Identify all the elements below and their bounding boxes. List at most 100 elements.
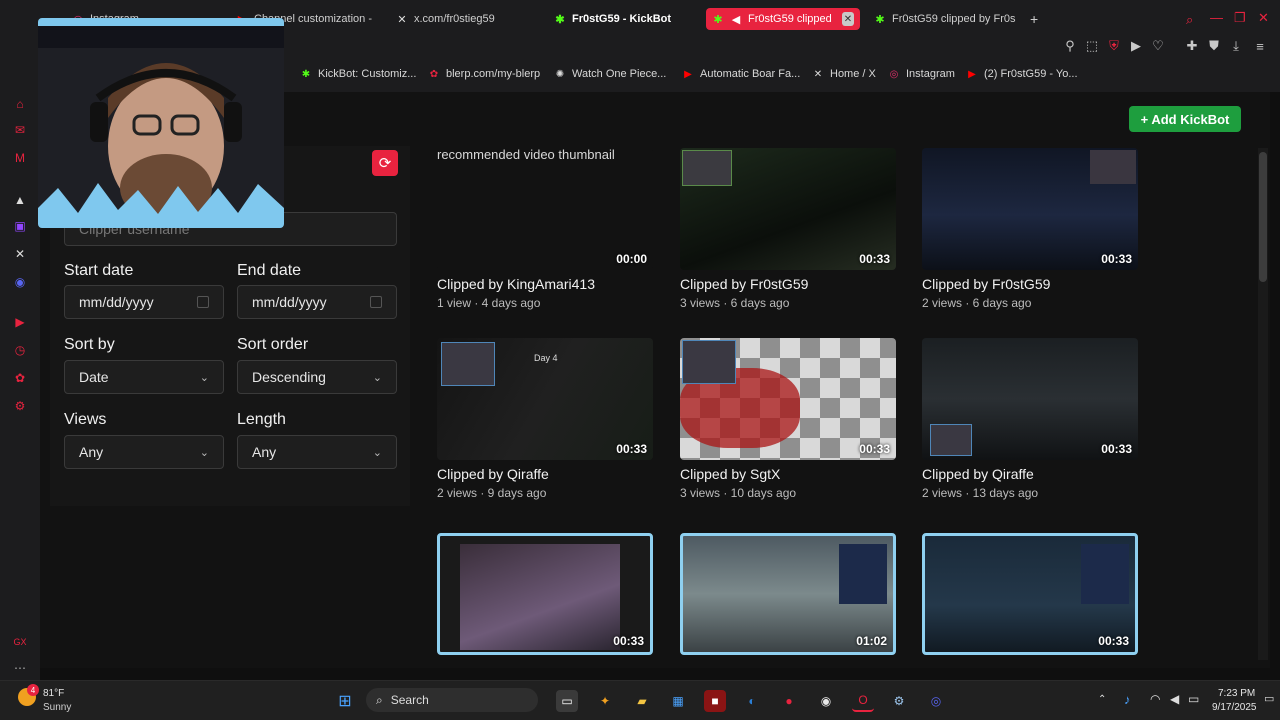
- gmail-icon[interactable]: M: [12, 150, 28, 166]
- clip-thumbnail[interactable]: 00:33: [437, 533, 653, 655]
- app-red-icon[interactable]: ■: [704, 690, 726, 712]
- clip-thumbnail[interactable]: 00:33: [922, 148, 1138, 270]
- speaker-icon[interactable]: ◀: [730, 13, 742, 26]
- clip-title[interactable]: Clipped by KingAmari413: [437, 276, 595, 292]
- views-select[interactable]: Any ⌄: [64, 435, 224, 469]
- clip-thumbnail[interactable]: Day 4 00:33: [437, 338, 653, 460]
- discord-icon[interactable]: ◎: [925, 690, 947, 712]
- tab-clipped-by[interactable]: ✱ Fr0stG59 clipped by Fr0s: [868, 8, 1018, 30]
- windows-start-icon[interactable]: ⊞: [334, 690, 356, 712]
- gx-icon[interactable]: GX: [12, 634, 28, 650]
- workspace-icon[interactable]: ⌂: [12, 96, 28, 112]
- kickbot-icon: ✱: [555, 13, 565, 26]
- clip-thumbnail[interactable]: 00:33: [680, 148, 896, 270]
- end-date-input[interactable]: mm/dd/yyyy: [237, 285, 397, 319]
- microphone-icon[interactable]: ♪: [1124, 692, 1131, 707]
- clip-title[interactable]: Clipped by Qiraffe: [437, 466, 549, 482]
- file-explorer-icon[interactable]: ▰: [631, 690, 653, 712]
- clip-duration: 00:33: [1101, 442, 1132, 456]
- copilot-icon[interactable]: ✦: [594, 690, 616, 712]
- discord-icon[interactable]: ◉: [12, 274, 28, 290]
- puzzle-icon[interactable]: ✚: [1184, 38, 1200, 54]
- tab-kickbot[interactable]: ✱ Fr0stG59 - KickBot: [548, 8, 698, 30]
- bookmark-kickbot[interactable]: ✱ KickBot: Customiz...: [300, 66, 417, 82]
- volume-icon[interactable]: ◀: [1170, 692, 1179, 706]
- bookmark-youtube-channel[interactable]: ▶ (2) Fr0stG59 - Yo...: [966, 66, 1077, 82]
- taskbar-search[interactable]: ⌕ Search: [366, 688, 538, 712]
- window-close-icon[interactable]: ✕: [1258, 10, 1269, 26]
- clip-thumbnail[interactable]: 01:02: [680, 533, 896, 655]
- search-tabs-icon[interactable]: ⌕: [1186, 12, 1193, 28]
- steam-icon[interactable]: ⚙: [888, 690, 910, 712]
- player-icon[interactable]: ▶: [12, 314, 28, 330]
- close-tab-icon[interactable]: ✕: [841, 12, 854, 26]
- clip-thumbnail[interactable]: recommended video thumbnail 00:00: [437, 148, 653, 270]
- webcam-overlay: [1090, 150, 1136, 184]
- calendar-icon[interactable]: [370, 296, 382, 308]
- sort-order-select[interactable]: Descending ⌄: [237, 360, 397, 394]
- maximize-icon[interactable]: ❐: [1234, 10, 1246, 26]
- settings-icon[interactable]: ⚙: [12, 398, 28, 414]
- clip-meta: 1 view · 4 days ago: [437, 296, 541, 310]
- obs-icon[interactable]: ◉: [815, 690, 837, 712]
- minimize-icon[interactable]: —: [1210, 10, 1223, 25]
- scrollbar-thumb[interactable]: [1259, 152, 1267, 282]
- scrollbar-track[interactable]: [1258, 148, 1268, 660]
- more-icon[interactable]: ⋯: [12, 660, 28, 676]
- twitch-icon[interactable]: ▣: [12, 218, 28, 234]
- clip-duration: 00:33: [859, 442, 890, 456]
- clip-thumbnail[interactable]: 00:33: [680, 338, 896, 460]
- new-tab-button[interactable]: +: [1024, 8, 1044, 30]
- calendar-icon[interactable]: [197, 296, 209, 308]
- outlook-icon[interactable]: ◐: [741, 690, 763, 712]
- messenger-icon[interactable]: ✉: [12, 122, 28, 138]
- start-date-input[interactable]: mm/dd/yyyy: [64, 285, 224, 319]
- tab-clipped-active[interactable]: ✱ ◀ Fr0stG59 clipped ✕: [706, 8, 860, 30]
- heart-icon[interactable]: ♡: [1150, 38, 1166, 54]
- task-view-icon[interactable]: ▭: [556, 690, 578, 712]
- app-circle-icon[interactable]: ●: [778, 690, 800, 712]
- clip-thumbnail[interactable]: 00:33: [922, 533, 1138, 655]
- clip-title[interactable]: Clipped by Qiraffe: [922, 466, 1034, 482]
- bookmark-one-piece[interactable]: ✺ Watch One Piece...: [554, 66, 667, 82]
- store-icon[interactable]: ▦: [667, 690, 689, 712]
- tab-x[interactable]: ✕ x.com/fr0stieg59: [390, 8, 540, 30]
- youtube-icon: ▶: [684, 68, 692, 80]
- chevron-down-icon: ⌄: [372, 371, 382, 384]
- bookmark-home-x[interactable]: ✕ Home / X: [812, 66, 876, 82]
- clip-title[interactable]: Clipped by Fr0stG59: [680, 276, 808, 292]
- x-icon[interactable]: ✕: [12, 246, 28, 262]
- download-icon[interactable]: ⤓: [1228, 38, 1244, 54]
- notification-icon[interactable]: ▭: [1264, 692, 1274, 705]
- clip-title[interactable]: Clipped by SgtX: [680, 466, 780, 482]
- sort-by-select[interactable]: Date ⌄: [64, 360, 224, 394]
- vpn-icon[interactable]: ⛊: [1206, 38, 1222, 54]
- refresh-icon[interactable]: ⟳: [372, 150, 398, 176]
- clip-meta: 3 views · 6 days ago: [680, 296, 790, 310]
- snapshot-icon[interactable]: ⬚: [1084, 38, 1100, 54]
- opera-gx-icon[interactable]: O: [852, 690, 874, 712]
- bookmark-automatic-boar[interactable]: ▶ Automatic Boar Fa...: [682, 66, 800, 82]
- wifi-icon[interactable]: ◠: [1150, 692, 1160, 706]
- play-icon[interactable]: ▶: [1128, 38, 1144, 54]
- clip-thumbnail[interactable]: 00:33: [922, 338, 1138, 460]
- chevron-up-icon[interactable]: ⌃: [1098, 694, 1106, 705]
- bookmark-instagram[interactable]: ◎ Instagram: [888, 66, 955, 82]
- webcam-overlay: [441, 342, 495, 386]
- length-select[interactable]: Any ⌄: [237, 435, 397, 469]
- shield-icon[interactable]: ⛨: [1106, 38, 1122, 54]
- pin-icon[interactable]: ⚲: [1062, 38, 1078, 54]
- clip-title[interactable]: Clipped by Fr0stG59: [922, 276, 1050, 292]
- history-icon[interactable]: ◷: [12, 342, 28, 358]
- clip-meta: 2 views · 13 days ago: [922, 486, 1039, 500]
- battery-icon[interactable]: ▭: [1188, 692, 1199, 706]
- weather-sun-icon[interactable]: 4: [18, 684, 39, 706]
- clock-time[interactable]: 7:23 PM: [1218, 688, 1255, 699]
- bookmark-blerp[interactable]: ✿ blerp.com/my-blerp: [428, 66, 540, 82]
- menu-icon[interactable]: ≡: [1252, 38, 1268, 54]
- kick-icon[interactable]: ▲: [12, 192, 28, 208]
- clock-date[interactable]: 9/17/2025: [1212, 702, 1257, 713]
- extensions-icon[interactable]: ✿: [12, 370, 28, 386]
- add-kickbot-button[interactable]: + Add KickBot: [1129, 106, 1241, 132]
- clip-duration: 00:33: [859, 252, 890, 266]
